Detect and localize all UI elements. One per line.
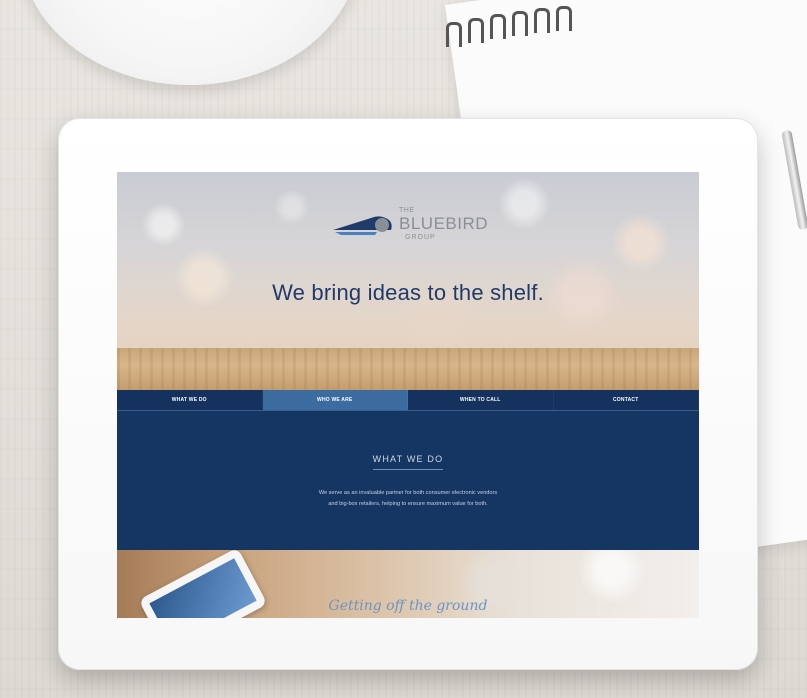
nav-item-when-to-call[interactable]: WHEN TO CALL [408, 390, 554, 410]
section-body-line-1: We serve as an invaluable partner for bo… [318, 490, 498, 496]
section-divider [373, 469, 443, 470]
nav-item-who-we-are[interactable]: WHO WE ARE [262, 390, 408, 410]
tablet-screen: THE BLUEBIRD GROUP We bring ideas to the… [117, 172, 699, 618]
notepad-rings [442, 6, 582, 48]
logo-name-text: BLUEBIRD [399, 214, 489, 233]
main-nav: WHAT WE DO WHO WE ARE WHEN TO CALL CONTA… [117, 390, 699, 411]
bluebird-logo[interactable]: THE BLUEBIRD GROUP [331, 205, 501, 245]
hero-tagline: We bring ideas to the shelf. [272, 280, 544, 305]
logo-group-text: GROUP [405, 234, 436, 241]
bluebird-logo-icon [333, 216, 392, 235]
section-body-line-2: and big-box retailers, helping to ensure… [328, 501, 488, 507]
nav-item-what-we-do[interactable]: WHAT WE DO [117, 390, 263, 410]
section-body: We serve as an invaluable partner for bo… [267, 488, 549, 510]
what-we-do-section: WHAT WE DO We serve as an invaluable par… [117, 411, 699, 550]
hero-banner [117, 172, 699, 348]
photo-caption: Getting off the ground [328, 598, 488, 614]
logo-the-text: THE [399, 207, 415, 214]
nav-item-contact[interactable]: CONTACT [554, 390, 699, 410]
section-title: WHAT WE DO [372, 454, 444, 464]
shelf-image [117, 348, 699, 390]
